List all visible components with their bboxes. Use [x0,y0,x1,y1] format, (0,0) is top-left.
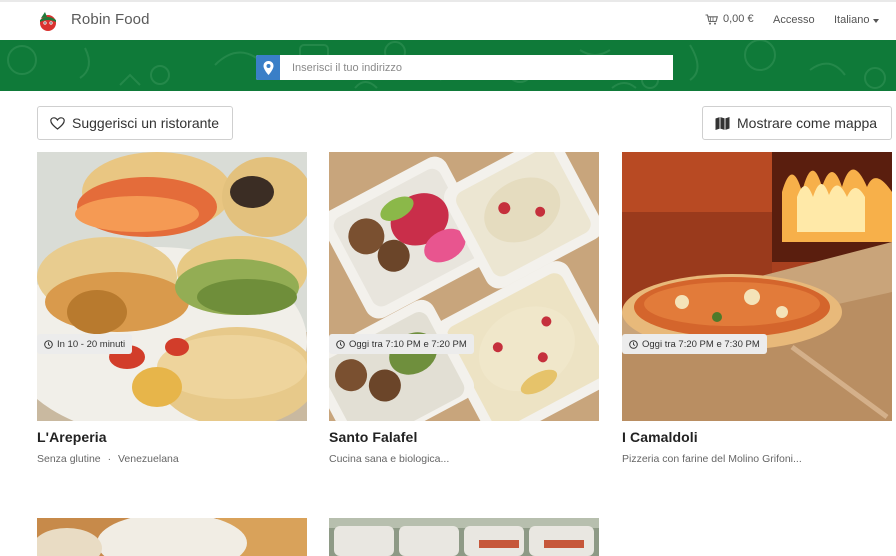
restaurant-photo-partial[interactable] [37,518,307,556]
map-pin-icon [256,55,280,80]
restaurant-tags: Senza glutine · Venezuelana [37,453,307,467]
restaurant-card[interactable]: L'Areperia Senza glutine · Venezuelana [37,152,307,467]
restaurant-card[interactable]: Santo Falafel Cucina sana e biologica... [329,152,599,467]
address-search [256,55,673,80]
restaurant-photo[interactable] [622,152,892,421]
restaurant-name[interactable]: I Camaldoli [622,429,892,447]
clock-icon [44,339,53,349]
hero-banner [0,40,896,91]
restaurant-photo[interactable] [37,152,307,421]
address-input[interactable] [280,55,673,80]
suggest-restaurant-button[interactable]: Suggerisci un ristorante [37,106,233,140]
cart-icon [705,13,718,25]
cart-button[interactable]: 0,00 € [705,13,754,25]
login-link[interactable]: Accesso [773,14,815,26]
availability-text: In 10 - 20 minuti [57,338,126,350]
restaurant-card[interactable]: I Camaldoli Pizzeria con farine del Moli… [622,152,892,467]
navbar: Robin Food 0,00 € Accesso Italiano [0,2,896,40]
restaurant-photo[interactable] [329,152,599,421]
cart-total: 0,00 € [723,13,754,25]
heart-icon [50,116,65,130]
map-label: Mostrare come mappa [737,115,878,131]
language-dropdown[interactable]: Italiano [834,14,880,26]
availability-badge: Oggi tra 7:10 PM e 7:20 PM [329,334,474,354]
availability-badge: In 10 - 20 minuti [37,334,133,354]
restaurant-description: Cucina sana e biologica... [329,453,450,465]
restaurant-description: Pizzeria con farine del Molino Grifoni..… [622,453,802,465]
clock-icon [336,339,345,349]
clock-icon [629,339,638,349]
restaurant-photo-partial[interactable] [329,518,599,556]
robin-food-logo[interactable] [37,10,59,32]
tag: Venezuelana [117,453,179,465]
restaurant-name[interactable]: Santo Falafel [329,429,599,447]
tag-separator: · [107,453,112,465]
suggest-label: Suggerisci un ristorante [72,115,220,131]
show-map-button[interactable]: Mostrare come mappa [702,106,892,140]
brand-name[interactable]: Robin Food [71,11,150,28]
restaurant-name[interactable]: L'Areperia [37,429,307,447]
availability-text: Oggi tra 7:20 PM e 7:30 PM [642,338,760,350]
tag: Senza glutine [37,453,101,465]
language-label: Italiano [834,14,870,26]
chevron-down-icon [873,18,880,23]
availability-badge: Oggi tra 7:20 PM e 7:30 PM [622,334,767,354]
map-icon [715,116,730,130]
availability-text: Oggi tra 7:10 PM e 7:20 PM [349,338,467,350]
